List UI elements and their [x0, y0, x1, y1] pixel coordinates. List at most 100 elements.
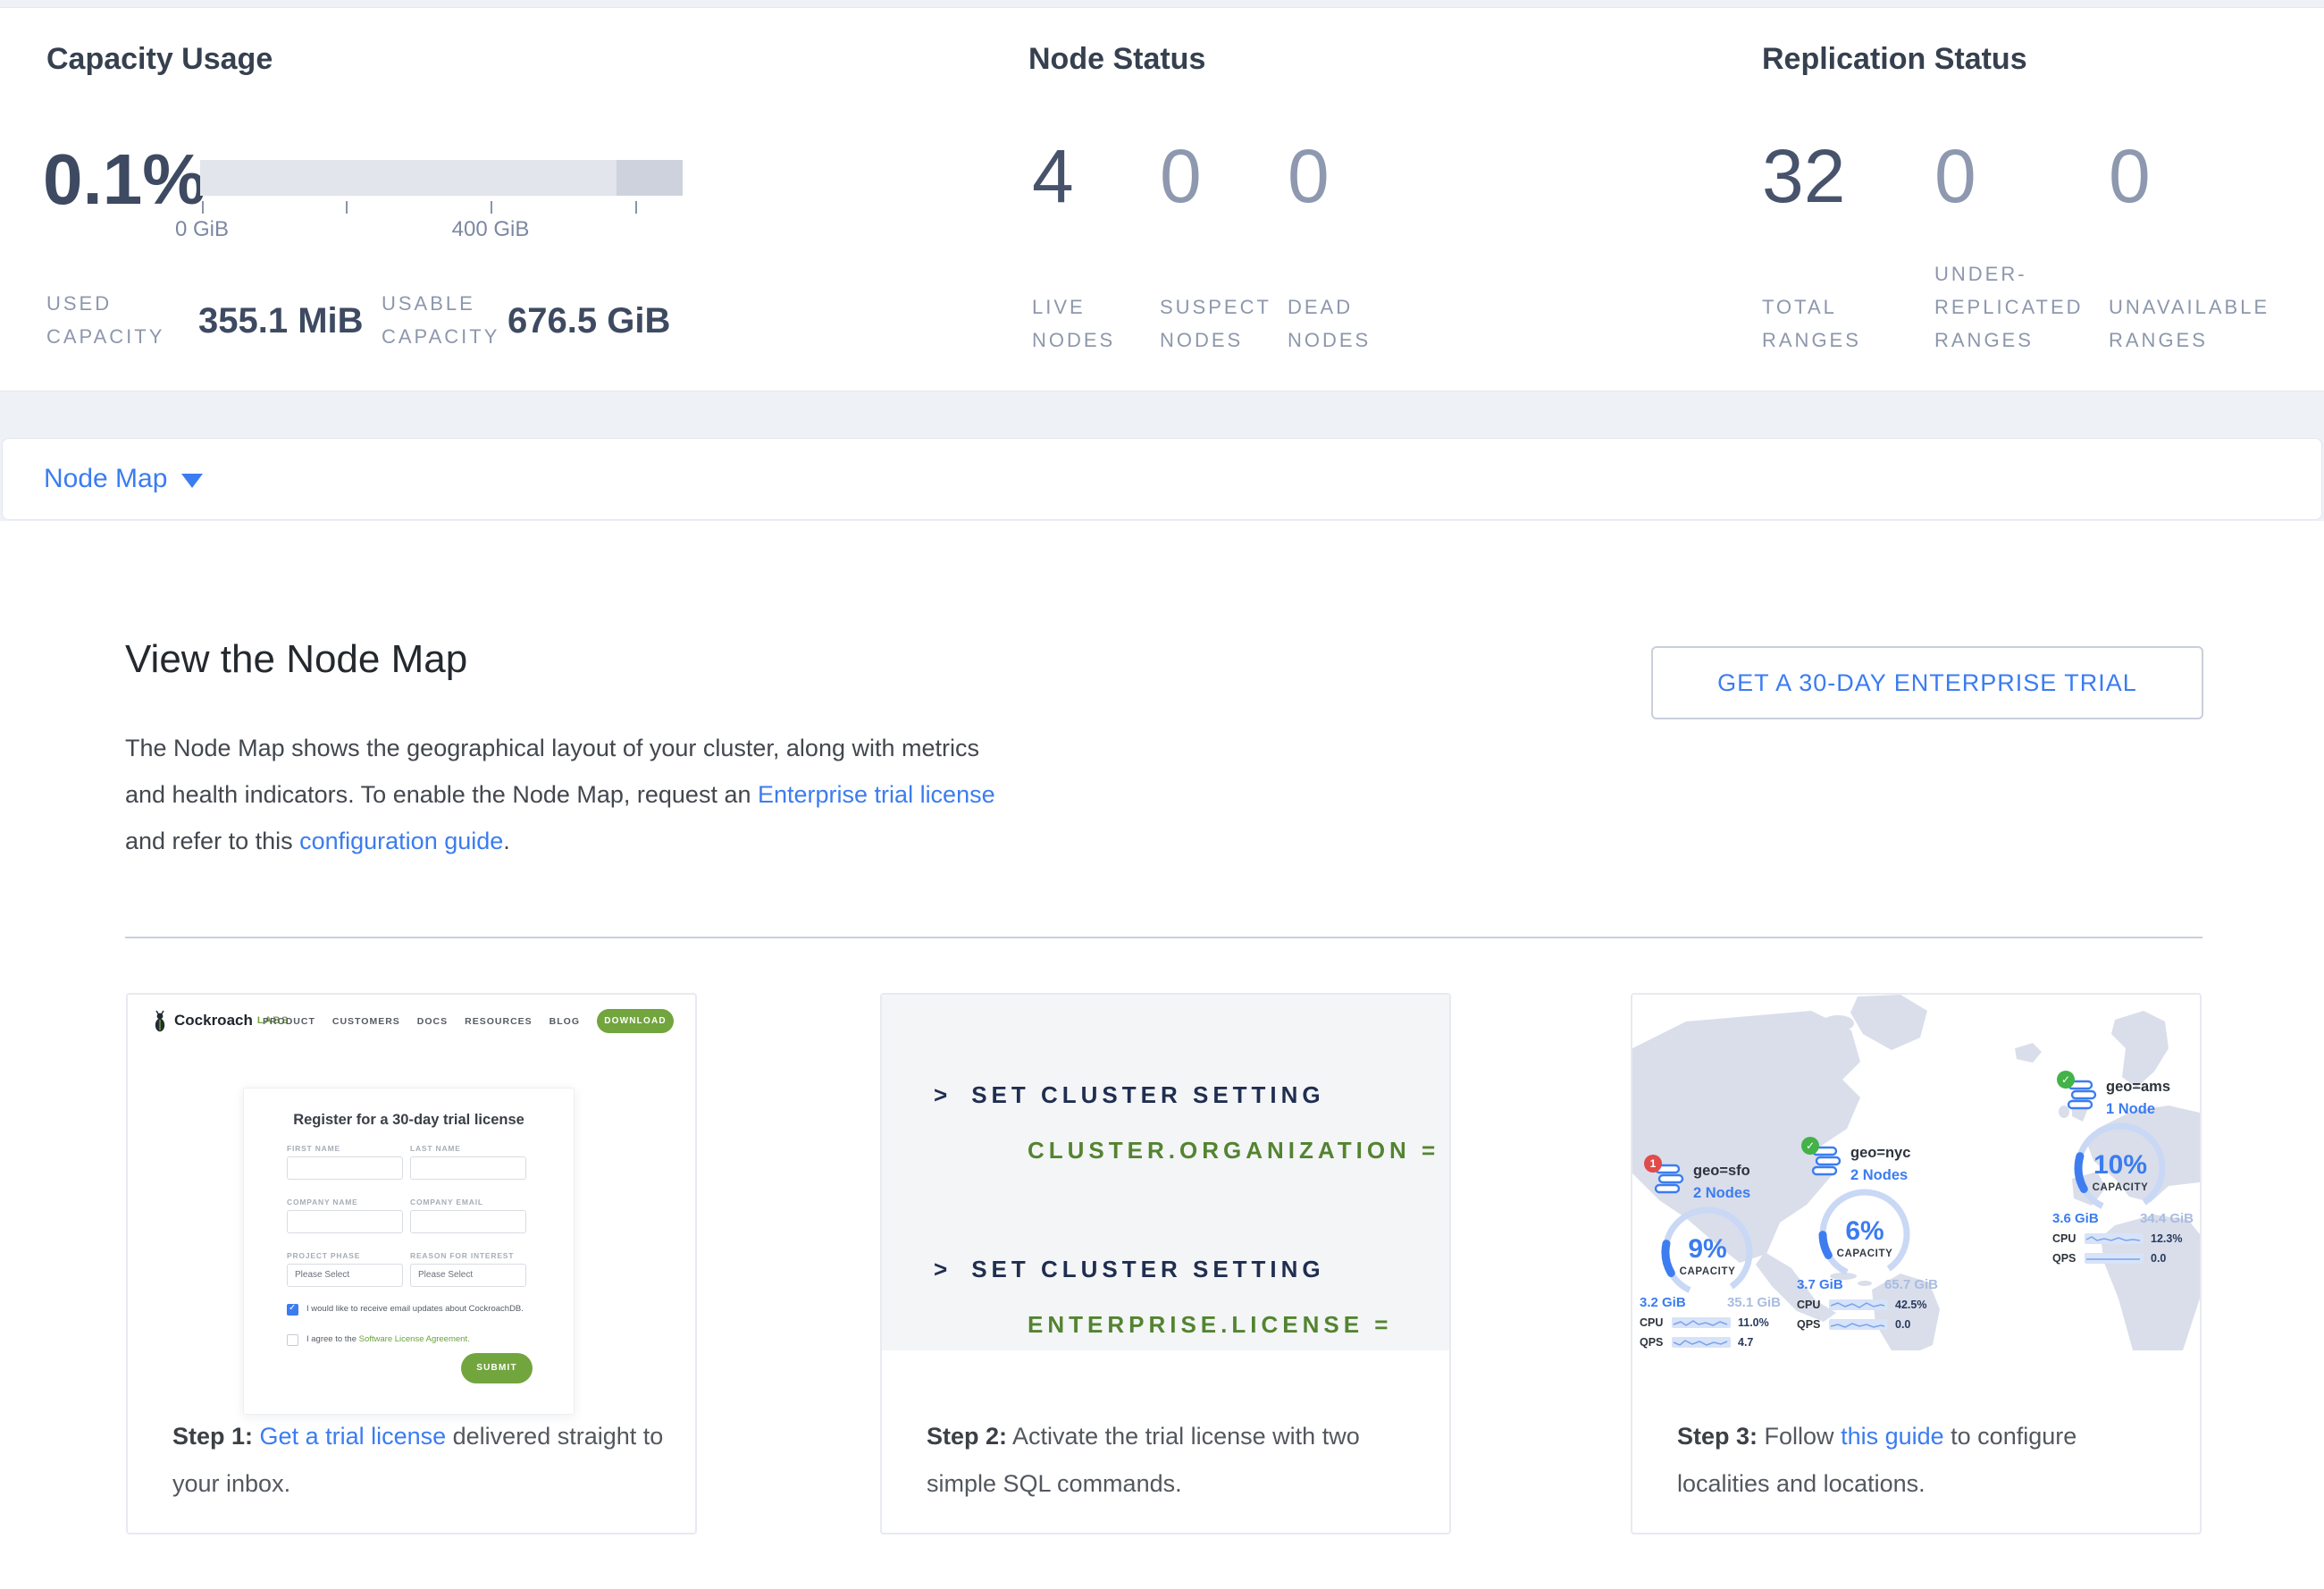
cluster-overview-page: { "colors": { "accent_blue": "#3b7cf0", …	[0, 0, 2324, 1589]
company-email-field	[410, 1210, 526, 1233]
prompt-icon: >	[934, 1081, 952, 1108]
node-map-promo-section: View the Node Map The Node Map shows the…	[0, 521, 2324, 1589]
capacity-range: 3.2 GiB 35.1 GiB	[1640, 1295, 1781, 1310]
configuration-guide-link[interactable]: configuration guide	[299, 828, 503, 854]
first-name-label: FIRST NAME	[287, 1144, 340, 1153]
qps-row: QPS 4.7	[1640, 1336, 1793, 1349]
qps-value: 0.0	[2151, 1252, 2166, 1265]
first-name-field	[287, 1156, 403, 1180]
node-map-description: The Node Map shows the geographical layo…	[125, 725, 1001, 864]
trial-site-nav: PRODUCT CUSTOMERS DOCS RESOURCES BLOG DO…	[263, 1009, 674, 1033]
locality-name: geo=ams	[2106, 1079, 2170, 1096]
nav-item-customers: CUSTOMERS	[332, 1016, 400, 1027]
project-phase-select: Please Select	[287, 1264, 403, 1287]
node-status-title: Node Status	[1028, 42, 1205, 77]
capacity-percent: 10%	[2067, 1150, 2174, 1181]
under-replicated-ranges-label: UNDER-REPLICATED RANGES	[1934, 257, 2129, 357]
nav-item-blog: BLOG	[550, 1016, 580, 1027]
cpu-sparkline	[1829, 1299, 1888, 1310]
cpu-row: CPU 42.5%	[1797, 1299, 1951, 1311]
used-capacity-label: USED CAPACITY	[46, 287, 203, 353]
cpu-row: CPU 12.3%	[2052, 1232, 2200, 1245]
sql-line: > SET CLUSTER SETTING	[934, 1256, 1325, 1283]
locality-name: geo=nyc	[1850, 1145, 1910, 1162]
locality-nyc: ✓ geo=nyc 2 Nodes 6% CAPACITY 3.7 GiB 65…	[1809, 1143, 1970, 1335]
cockroach-bug-icon	[151, 1009, 169, 1032]
qps-sparkline	[2085, 1253, 2144, 1264]
cpu-value: 42.5%	[1895, 1299, 1926, 1311]
used-gib: 3.7 GiB	[1797, 1277, 1843, 1292]
nav-item-product: PRODUCT	[263, 1016, 315, 1027]
view-selector-bar[interactable]: Node Map	[2, 438, 2322, 520]
email-optin-text: I would like to receive email updates ab…	[306, 1303, 524, 1316]
capacity-label: CAPACITY	[1811, 1248, 1918, 1259]
section-divider	[125, 937, 2202, 938]
axis-tick-label-400: 400 GiB	[452, 217, 530, 242]
step3-label: Step 3:	[1677, 1423, 1758, 1450]
last-name-label: LAST NAME	[410, 1144, 461, 1153]
company-name-field	[287, 1210, 403, 1233]
qps-row: QPS 0.0	[2052, 1252, 2200, 1265]
suspect-nodes-label: SUSPECT NODES	[1160, 290, 1296, 357]
locality-ams: ✓ geo=ams 1 Node 10% CAPACITY 3.6 GiB 34…	[2065, 1077, 2200, 1269]
reason-interest-select: Please Select	[410, 1264, 526, 1287]
node-map-thumbnail: 1 geo=sfo 2 Nodes 9% CAPACITY 3.2 GiB 35…	[1632, 995, 2200, 1350]
qps-sparkline	[1672, 1337, 1731, 1348]
cpu-sparkline	[1672, 1317, 1731, 1328]
qps-value: 4.7	[1738, 1336, 1753, 1349]
step3-card: 1 geo=sfo 2 Nodes 9% CAPACITY 3.2 GiB 35…	[1631, 993, 2202, 1534]
total-gib: 34.4 GiB	[2140, 1211, 2194, 1226]
view-selector-value[interactable]: Node Map	[44, 439, 167, 519]
usable-capacity-value: 676.5 GiB	[508, 301, 670, 341]
capacity-used-percent: 0.1%	[43, 139, 206, 221]
download-button: DOWNLOAD	[597, 1009, 674, 1033]
get-trial-license-link[interactable]: Get a trial license	[260, 1423, 447, 1450]
license-agree-row: I agree to the Software License Agreemen…	[287, 1333, 546, 1346]
description-text: and refer to this	[125, 828, 299, 854]
sql-line: >SET CLUSTER SETTING	[934, 1081, 1325, 1109]
cluster-summary-panel: Capacity Usage 0.1% 0 GiB 400 GiB USED C…	[0, 7, 2324, 391]
agree-text: I agree to the	[306, 1334, 359, 1344]
used-gib: 3.6 GiB	[2052, 1211, 2099, 1226]
nav-item-resources: RESOURCES	[465, 1016, 533, 1027]
dead-nodes-label: DEAD NODES	[1288, 290, 1414, 357]
company-email-label: COMPANY EMAIL	[410, 1198, 483, 1206]
total-gib: 65.7 GiB	[1884, 1277, 1938, 1292]
nav-item-docs: DOCS	[417, 1016, 448, 1027]
total-gib: 35.1 GiB	[1727, 1295, 1781, 1310]
get-enterprise-trial-button[interactable]: GET A 30-DAY ENTERPRISE TRIAL	[1651, 646, 2203, 719]
cpu-label: CPU	[2052, 1232, 2085, 1245]
cpu-sparkline	[2085, 1233, 2144, 1244]
prompt-icon: >	[934, 1256, 952, 1282]
enterprise-trial-license-link[interactable]: Enterprise trial license	[758, 781, 995, 808]
axis-tick-label-0: 0 GiB	[175, 217, 229, 242]
under-replicated-ranges-stat: 0 UNDER-REPLICATED RANGES	[1934, 139, 2129, 214]
sql-arg: CLUSTER.ORGANIZATION =	[1028, 1137, 1439, 1164]
live-nodes-stat: 4 LIVE NODES	[1032, 139, 1150, 214]
project-phase-label: PROJECT PHASE	[287, 1251, 360, 1260]
sql-command: SET CLUSTER SETTING	[971, 1256, 1324, 1282]
cpu-value: 12.3%	[2151, 1232, 2182, 1245]
this-guide-link[interactable]: this guide	[1841, 1423, 1944, 1450]
email-optin-row: I would like to receive email updates ab…	[287, 1303, 546, 1316]
description-text: .	[503, 828, 510, 854]
capacity-percent: 9%	[1654, 1234, 1761, 1265]
step1-card: Cockroach LABS PRODUCT CUSTOMERS DOCS RE…	[126, 993, 697, 1534]
checkbox-empty-icon	[287, 1334, 298, 1346]
step2-card: > SET CLUSTER SETTING CLUSTER.ORGANIZATIO…	[880, 993, 1451, 1534]
chevron-down-icon	[181, 474, 203, 488]
used-capacity-value: 355.1 MiB	[198, 301, 364, 341]
capacity-label: CAPACITY	[2067, 1182, 2174, 1193]
step1-caption: Step 1: Get a trial license delivered st…	[172, 1413, 665, 1508]
cpu-value: 11.0%	[1738, 1316, 1769, 1329]
total-ranges-stat: 32 TOTAL RANGES	[1762, 139, 1907, 214]
last-name-field	[410, 1156, 526, 1180]
healthy-badge-icon: ✓	[2057, 1071, 2075, 1089]
page-title: View the Node Map	[125, 637, 467, 682]
healthy-badge-icon: ✓	[1801, 1137, 1819, 1155]
replication-status-title: Replication Status	[1762, 42, 2027, 77]
qps-value: 0.0	[1895, 1318, 1910, 1331]
license-agree-text: I agree to the Software License Agreemen…	[306, 1333, 470, 1346]
suspect-nodes-stat: 0 SUSPECT NODES	[1160, 139, 1296, 214]
step2-label: Step 2:	[927, 1423, 1007, 1450]
